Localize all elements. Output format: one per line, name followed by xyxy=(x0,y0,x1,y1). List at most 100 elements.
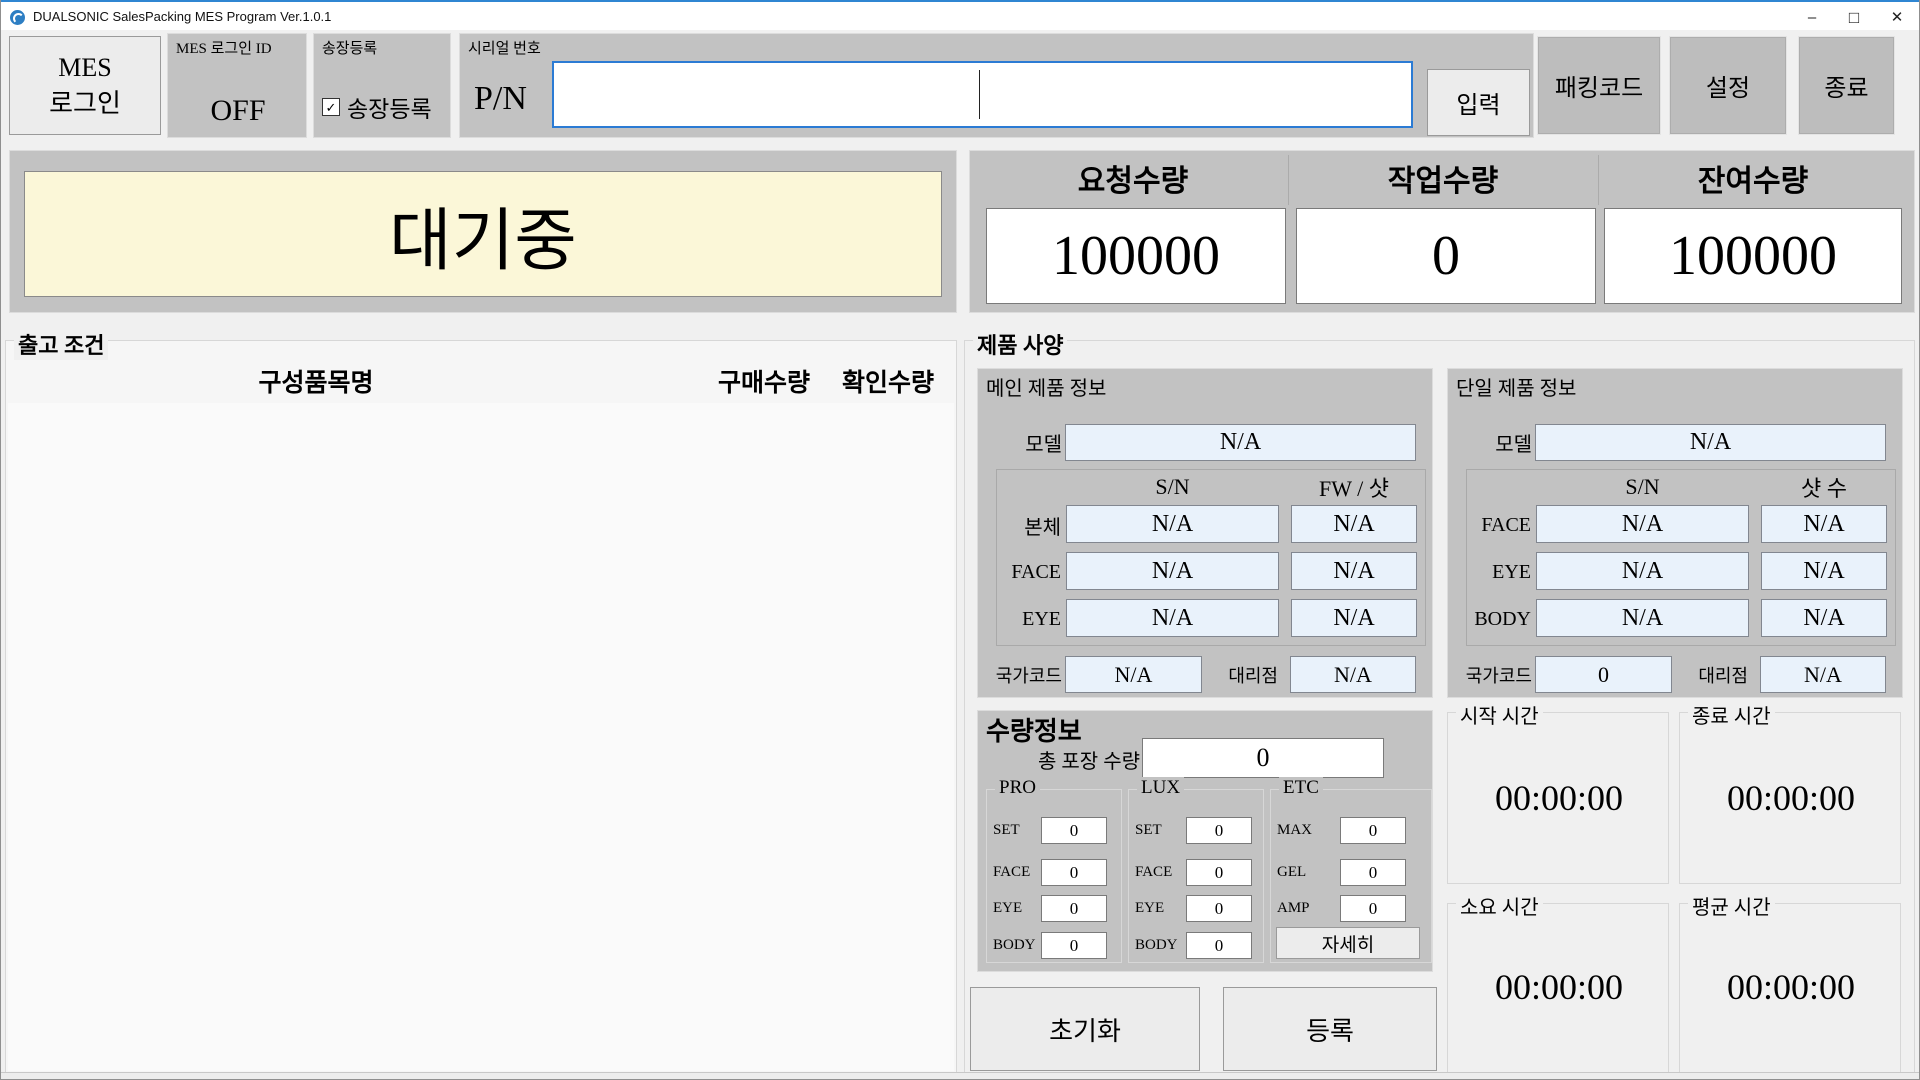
etc-row-value: 0 xyxy=(1340,859,1406,886)
main-product-title: 메인 제품 정보 xyxy=(986,372,1106,401)
main-row-sn-value: N/A xyxy=(1066,505,1279,543)
single-country-code-value: 0 xyxy=(1535,656,1672,693)
quantity-info-title: 수량정보 xyxy=(986,711,1082,748)
etc-row-label: MAX xyxy=(1277,817,1312,844)
serial-input[interactable] xyxy=(552,61,1413,128)
register-button[interactable]: 등록 xyxy=(1223,987,1437,1071)
main-row-fw-value: N/A xyxy=(1291,599,1417,637)
main-country-code-label: 국가코드 xyxy=(978,658,1062,691)
single-row-shot-value: N/A xyxy=(1761,505,1887,543)
pro-row-value: 0 xyxy=(1041,817,1107,844)
maximize-button[interactable]: □ xyxy=(1833,4,1875,32)
end-time-group: 종료 시간 00:00:00 xyxy=(1679,712,1901,884)
status-panel: 대기중 xyxy=(9,150,957,313)
close-button[interactable]: ✕ xyxy=(1875,4,1919,32)
start-time-label: 시작 시간 xyxy=(1456,700,1543,729)
start-time-value: 00:00:00 xyxy=(1448,775,1670,821)
lux-row-label: EYE xyxy=(1135,895,1164,922)
main-product-panel: 메인 제품 정보 모델 N/A S/N FW / 샷 본체 N/A N/A FA… xyxy=(977,368,1433,698)
elapsed-time-label: 소요 시간 xyxy=(1456,891,1543,920)
serial-number-group: 시리얼 번호 P/N 입력 xyxy=(459,33,1534,138)
main-row-sn-value: N/A xyxy=(1066,599,1279,637)
single-dealer-value: N/A xyxy=(1760,656,1886,693)
shipping-list[interactable] xyxy=(8,403,954,1071)
pro-row-label: EYE xyxy=(993,895,1022,922)
pro-row-label: FACE xyxy=(993,859,1030,886)
single-row-shot-value: N/A xyxy=(1761,552,1887,590)
end-time-label: 종료 시간 xyxy=(1688,700,1775,729)
worked-qty-value: 0 xyxy=(1296,208,1596,304)
single-product-title: 단일 제품 정보 xyxy=(1456,372,1576,401)
single-shot-header: 샷 수 xyxy=(1761,473,1887,501)
pro-row-label: BODY xyxy=(993,932,1036,959)
shipping-conditions-label: 출고 조건 xyxy=(14,328,108,360)
invoice-group: 송장등록 ✓ 송장등록 xyxy=(313,33,451,138)
single-product-table: S/N 샷 수 FACE N/A N/A EYE N/A N/A BODY N/… xyxy=(1466,469,1896,646)
minimize-button[interactable]: – xyxy=(1791,4,1833,32)
pro-row-value: 0 xyxy=(1041,859,1107,886)
single-dealer-label: 대리점 xyxy=(1682,658,1748,691)
status-text: 대기중 xyxy=(389,185,577,284)
end-time-value: 00:00:00 xyxy=(1680,775,1902,821)
main-row-fw-value: N/A xyxy=(1291,552,1417,590)
requested-qty-label: 요청수량 xyxy=(980,157,1286,199)
mes-login-id-group: MES 로그인 ID OFF xyxy=(167,33,307,138)
main-country-code-value: N/A xyxy=(1065,656,1202,693)
main-row-label: FACE xyxy=(997,554,1061,590)
divider xyxy=(1598,155,1599,205)
invoice-checkbox[interactable]: ✓ 송장등록 xyxy=(322,90,432,124)
mes-login-button[interactable]: MES 로그인 xyxy=(9,36,161,135)
mes-login-id-value: OFF xyxy=(168,89,308,133)
shipping-conditions-group: 출고 조건 구성품목명 구매수량 확인수량 xyxy=(5,340,957,1074)
product-spec-label: 제품 사양 xyxy=(973,328,1067,360)
settings-button[interactable]: 설정 xyxy=(1669,36,1787,135)
mes-login-button-line1: MES xyxy=(58,53,111,82)
elapsed-time-value: 00:00:00 xyxy=(1448,964,1670,1010)
pro-row-value: 0 xyxy=(1041,895,1107,922)
single-model-label: 모델 xyxy=(1462,426,1532,459)
column-header-purchase: 구매수량 xyxy=(694,363,834,399)
single-sn-header: S/N xyxy=(1536,473,1749,501)
requested-qty-value: 100000 xyxy=(986,208,1286,304)
app-icon xyxy=(10,10,25,25)
divider xyxy=(1288,155,1289,205)
packing-code-button[interactable]: 패킹코드 xyxy=(1537,36,1661,135)
main-row-label: 본체 xyxy=(997,507,1061,543)
lux-row-label: BODY xyxy=(1135,932,1178,959)
column-header-item: 구성품목명 xyxy=(106,363,526,399)
main-fw-header: FW / 샷 xyxy=(1291,473,1417,501)
main-dealer-value: N/A xyxy=(1290,656,1416,693)
etc-group-title: ETC xyxy=(1279,777,1323,799)
text-caret xyxy=(979,70,980,119)
enter-button[interactable]: 입력 xyxy=(1427,69,1530,136)
init-button[interactable]: 초기화 xyxy=(970,987,1200,1071)
single-row-label: EYE xyxy=(1467,554,1531,590)
detail-button[interactable]: 자세히 xyxy=(1276,927,1420,959)
etc-row-value: 0 xyxy=(1340,817,1406,844)
etc-group: ETC MAX 0 GEL 0 AMP 0 자세히 xyxy=(1270,789,1432,963)
quantity-info-panel: 수량정보 총 포장 수량 0 PRO SET 0 FACE 0 EYE 0 BO… xyxy=(977,710,1433,972)
mes-login-button-line2: 로그인 xyxy=(49,89,121,118)
main-row-sn-value: N/A xyxy=(1066,552,1279,590)
main-model-label: 모델 xyxy=(992,426,1062,459)
mes-login-id-label: MES 로그인 ID xyxy=(176,37,272,58)
lux-row-value: 0 xyxy=(1186,859,1252,886)
single-row-sn-value: N/A xyxy=(1536,552,1749,590)
remaining-qty-label: 잔여수량 xyxy=(1600,157,1906,199)
single-model-value: N/A xyxy=(1535,424,1886,461)
total-pack-input[interactable]: 0 xyxy=(1142,738,1384,778)
single-row-label: BODY xyxy=(1467,601,1531,637)
etc-row-value: 0 xyxy=(1340,895,1406,922)
single-row-sn-value: N/A xyxy=(1536,599,1749,637)
main-row-label: EYE xyxy=(997,601,1061,637)
lux-row-value: 0 xyxy=(1186,932,1252,959)
main-row-fw-value: N/A xyxy=(1291,505,1417,543)
lux-group: LUX SET 0 FACE 0 EYE 0 BODY 0 xyxy=(1128,789,1264,963)
quantity-summary-panel: 요청수량 100000 작업수량 0 잔여수량 100000 xyxy=(969,150,1915,313)
single-country-code-label: 국가코드 xyxy=(1448,658,1532,691)
lux-row-value: 0 xyxy=(1186,817,1252,844)
worked-qty-label: 작업수량 xyxy=(1290,157,1596,199)
average-time-value: 00:00:00 xyxy=(1680,964,1902,1010)
etc-row-label: GEL xyxy=(1277,859,1306,886)
exit-button[interactable]: 종료 xyxy=(1798,36,1895,135)
